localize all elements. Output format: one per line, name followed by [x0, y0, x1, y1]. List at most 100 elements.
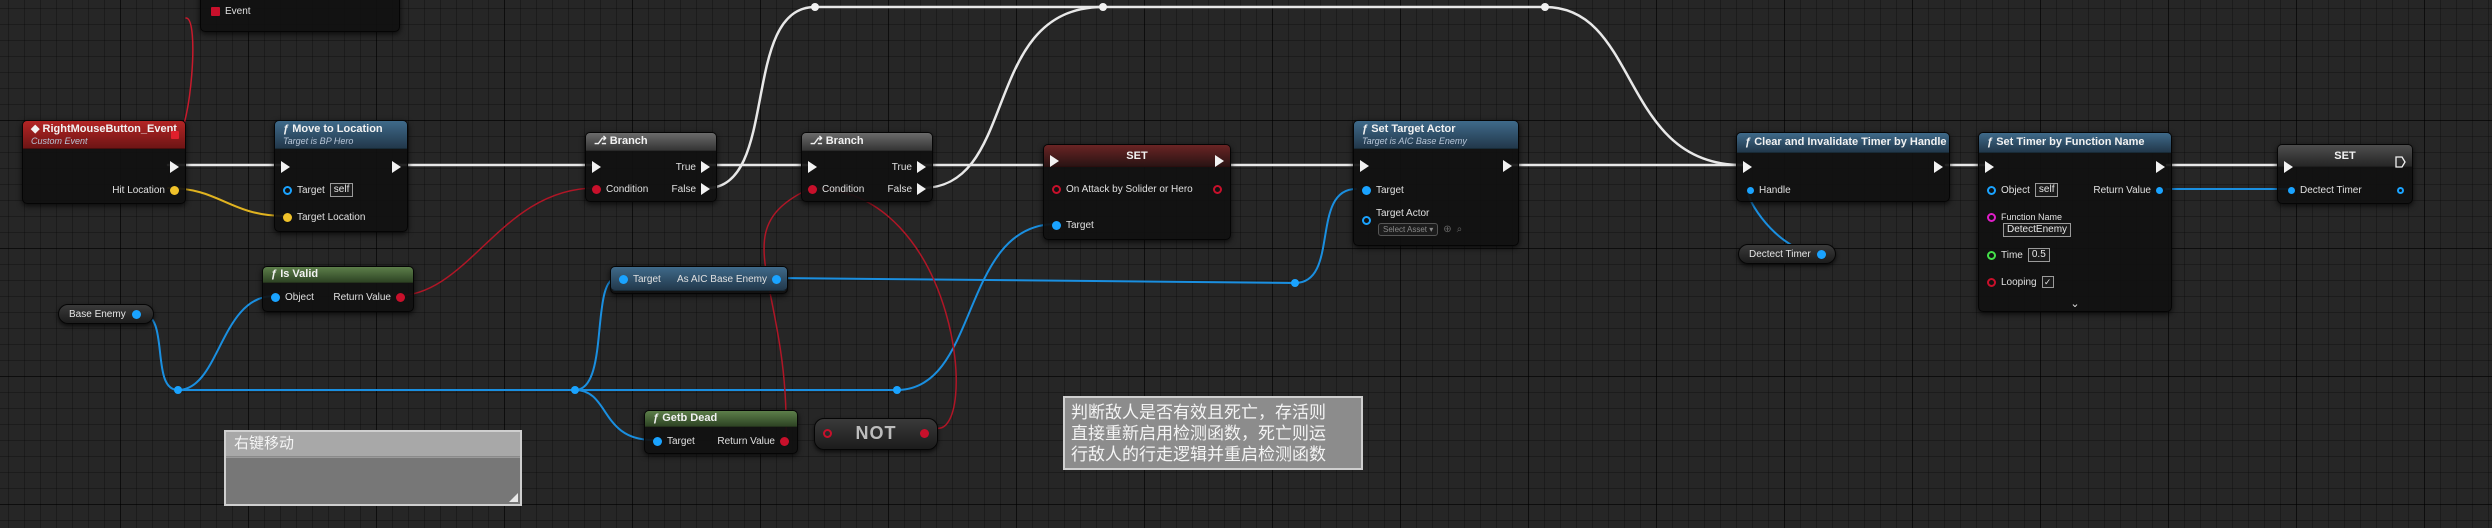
condition-pin[interactable]	[808, 184, 817, 194]
function-f-icon: ƒ	[1362, 123, 1372, 135]
hit-location-pin[interactable]	[170, 185, 179, 195]
rmb-event-node[interactable]: ◆ RightMouseButton_Event Custom Event Hi…	[22, 120, 186, 204]
object-wire	[574, 389, 654, 441]
exec-in-pin[interactable]	[808, 161, 817, 173]
exec-in-pin[interactable]	[1985, 161, 1994, 173]
node-title: Set Timer by Function Name	[1996, 136, 2145, 148]
reroute-node	[893, 386, 901, 394]
variable-out-pin[interactable]	[1816, 249, 1826, 259]
branch-node-2[interactable]: ⎇ Branch True Condition False	[801, 132, 933, 202]
branch-icon: ⎇	[810, 135, 826, 147]
time-field[interactable]: 0.5	[2027, 248, 2050, 262]
bool-out-pin[interactable]	[1213, 184, 1222, 194]
false-label: False	[887, 183, 912, 195]
condition-pin[interactable]	[592, 184, 601, 194]
exec-in-pin[interactable]	[1050, 155, 1059, 167]
comment-box[interactable]: 右键移动	[224, 430, 522, 506]
set-attack-node[interactable]: SET On Attack by Solider or Hero Target	[1043, 144, 1231, 240]
exec-out-pin[interactable]	[2156, 161, 2165, 173]
note-box[interactable]: 判断敌人是否有效且死亡，存活则 直接重新启用检测函数，死亡则运 行敌人的行走逻辑…	[1063, 396, 1363, 470]
node-title: Is Valid	[280, 268, 319, 280]
handle-pin[interactable]	[1747, 186, 1754, 194]
variable-out-pin[interactable]	[131, 309, 141, 319]
exec-in-pin[interactable]	[2284, 161, 2293, 173]
return-value-pin[interactable]	[2156, 186, 2163, 194]
target-location-pin[interactable]	[283, 212, 292, 222]
time-pin[interactable]	[1987, 250, 1996, 260]
exec-out-pin[interactable]	[1934, 161, 1943, 173]
looping-label: Looping	[2001, 276, 2037, 288]
target-location-label: Target Location	[297, 211, 366, 223]
target-pin[interactable]	[283, 185, 292, 195]
browse-icon[interactable]: ⌕	[1457, 224, 1463, 235]
exec-out-pin[interactable]	[1503, 160, 1512, 172]
return-value-label: Return Value	[2093, 184, 2151, 196]
set-detect-timer-node[interactable]: SET Dectect Timer	[2277, 144, 2413, 204]
target-pin[interactable]	[1362, 185, 1371, 195]
node-subtitle: Target is AIC Base Enemy	[1362, 136, 1467, 146]
exec-in-pin[interactable]	[592, 161, 601, 173]
select-asset-dropdown[interactable]: Select Asset ▾	[1378, 222, 1439, 236]
exec-out-pin[interactable]	[170, 161, 179, 173]
return-value-pin[interactable]	[780, 436, 789, 446]
object-pin[interactable]	[1987, 185, 1996, 195]
branch-node-1[interactable]: ⎇ Branch True Condition False	[585, 132, 717, 202]
resize-grip-icon[interactable]	[509, 493, 518, 502]
move-to-location-node[interactable]: ƒ Move to Location Target is BP Hero Tar…	[274, 120, 408, 232]
target-actor-pin[interactable]	[1362, 215, 1371, 225]
get-dead-node[interactable]: ƒ Getb Dead Target Return Value	[644, 410, 798, 454]
function-name-field[interactable]: DetectEnemy	[2003, 223, 2072, 237]
exec-out-pin[interactable]	[2395, 156, 2406, 168]
bool-wire	[810, 187, 957, 429]
expand-chevron-icon[interactable]: ⌄	[1979, 299, 2171, 310]
cast-output-pin[interactable]	[772, 274, 781, 284]
object-label: Object	[2001, 184, 2030, 196]
bool-wire	[763, 187, 812, 441]
node-subtitle: Custom Event	[31, 136, 88, 146]
true-exec-pin[interactable]	[701, 161, 710, 173]
clear-timer-node[interactable]: ƒ Clear and Invalidate Timer by Handle H…	[1736, 132, 1950, 202]
detect-timer-variable[interactable]: Dectect Timer	[1738, 244, 1836, 264]
exec-in-pin[interactable]	[281, 161, 290, 173]
cast-node[interactable]: Target As AIC Base Enemy	[610, 266, 788, 294]
use-selected-icon[interactable]: ⊕	[1443, 224, 1451, 235]
not-out-pin[interactable]	[920, 429, 929, 438]
true-exec-pin[interactable]	[917, 161, 926, 173]
looping-pin[interactable]	[1987, 277, 1996, 287]
node-title: Set Target Actor	[1371, 123, 1456, 135]
target-pin[interactable]	[653, 436, 662, 446]
self-field[interactable]: self	[329, 183, 354, 197]
target-pin[interactable]	[1052, 220, 1061, 230]
not-node[interactable]: NOT	[814, 418, 938, 450]
exec-out-pin[interactable]	[1215, 155, 1224, 167]
target-label: Target	[297, 184, 325, 196]
bool-wire	[395, 187, 597, 297]
false-exec-pin[interactable]	[917, 183, 926, 195]
variable-out-pin[interactable]	[2397, 186, 2404, 194]
set-timer-node[interactable]: ƒ Set Timer by Function Name Object self…	[1978, 132, 2172, 312]
event-output-node[interactable]: Event	[200, 0, 400, 32]
target-pin[interactable]	[619, 274, 628, 284]
variable-in-pin[interactable]	[2288, 186, 2295, 194]
node-title: Getb Dead	[662, 412, 718, 424]
node-subtitle: Target is BP Hero	[283, 136, 354, 146]
function-name-pin[interactable]	[1987, 212, 1996, 222]
self-field[interactable]: self	[2034, 183, 2059, 197]
looping-checkbox[interactable]: ✓	[2041, 276, 2054, 288]
return-value-pin[interactable]	[396, 292, 405, 302]
node-title: Branch	[609, 135, 648, 147]
hit-location-label: Hit Location	[112, 184, 165, 196]
is-valid-node[interactable]: ƒ Is Valid Object Return Value	[262, 266, 414, 312]
event-pin-icon[interactable]	[211, 6, 220, 16]
base-enemy-variable[interactable]: Base Enemy	[58, 304, 154, 324]
exec-in-pin[interactable]	[1743, 161, 1752, 173]
comment-title[interactable]: 右键移动	[226, 432, 520, 457]
object-pin[interactable]	[271, 292, 280, 302]
delegate-pin-icon[interactable]	[171, 131, 179, 139]
bool-in-pin[interactable]	[1052, 184, 1061, 194]
exec-in-pin[interactable]	[1360, 160, 1369, 172]
set-target-actor-node[interactable]: ƒ Set Target Actor Target is AIC Base En…	[1353, 120, 1519, 246]
exec-out-pin[interactable]	[392, 161, 401, 173]
object-wire	[896, 223, 1057, 391]
false-exec-pin[interactable]	[701, 183, 710, 195]
